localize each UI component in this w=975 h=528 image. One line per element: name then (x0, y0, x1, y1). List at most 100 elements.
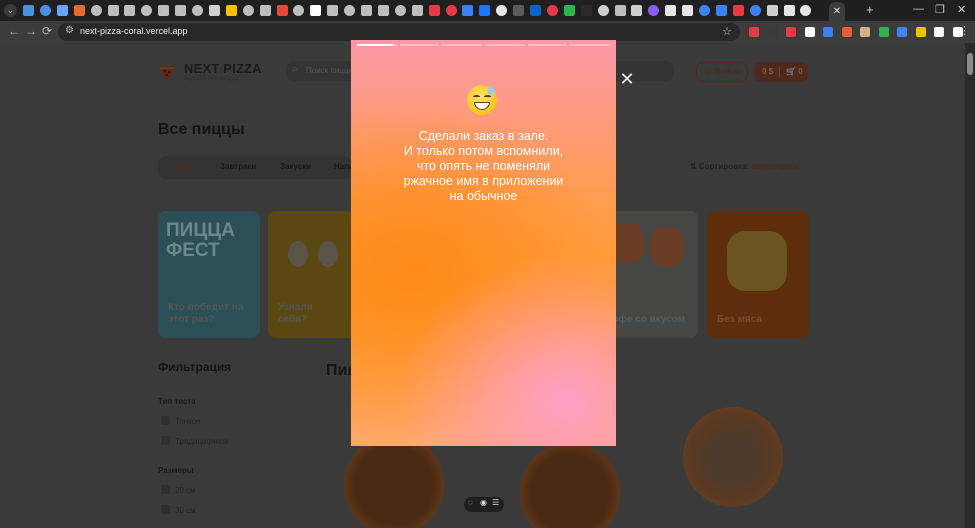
tab-favicon-icon[interactable] (445, 5, 457, 16)
tab-favicon-icon[interactable] (394, 5, 406, 16)
pizza-image[interactable] (520, 443, 620, 528)
checkbox[interactable] (161, 436, 170, 445)
tab-favicon-icon[interactable] (614, 5, 626, 16)
tab-favicon-icon[interactable] (665, 5, 677, 16)
tab-favicon-icon[interactable] (361, 5, 372, 16)
tab-favicon-icon[interactable] (192, 5, 203, 16)
tab-favicon-icon[interactable] (310, 5, 322, 16)
tab-favicon-icon[interactable] (141, 5, 153, 16)
extension-icon[interactable] (767, 27, 778, 37)
tab-favicon-icon[interactable] (411, 5, 423, 16)
tab-favicon-icon[interactable] (766, 5, 778, 16)
restore-button[interactable]: ❐ (935, 3, 945, 16)
sort-control[interactable]: ⇅ Сортировка: популярное (690, 162, 799, 171)
tab-favicon-icon[interactable] (90, 5, 102, 16)
tab-favicon-icon[interactable] (208, 5, 220, 16)
tab-favicon-icon[interactable] (377, 5, 389, 16)
forward-button[interactable]: → (25, 24, 37, 38)
extension-icon[interactable] (915, 27, 926, 37)
tab-favicon-icon[interactable] (175, 5, 187, 16)
logo-title[interactable]: NEXT PIZZA (184, 61, 262, 76)
comment-icon[interactable]: ◌ (468, 498, 473, 507)
tab-favicon-icon[interactable] (259, 5, 271, 16)
filter-size-option[interactable]: 20 см (161, 485, 196, 495)
extension-icon[interactable] (804, 27, 815, 37)
tab-favicon-icon[interactable] (23, 5, 34, 16)
tab-favicon-icon[interactable] (56, 5, 68, 16)
menu-icon[interactable]: ⋮ (959, 24, 970, 37)
extension-icon[interactable] (897, 27, 907, 37)
story-card[interactable]: Без мяса (707, 211, 809, 338)
tab-favicon-icon[interactable] (563, 5, 575, 16)
tab-favicon-icon[interactable] (631, 5, 643, 16)
scrollbar-thumb[interactable] (967, 53, 973, 75)
new-tab-button[interactable]: + (866, 2, 874, 17)
menu-list-icon[interactable]: ☰ (492, 498, 499, 507)
site-info-icon[interactable]: ⚙ (65, 25, 74, 36)
extension-icon[interactable] (823, 27, 833, 37)
extension-icon[interactable] (860, 27, 870, 37)
address-bar[interactable]: ⚙ next-pizza-coral.vercel.app ☆ (58, 23, 740, 41)
pizza-image[interactable] (683, 407, 783, 507)
bookmark-star-icon[interactable]: ☆ (722, 25, 732, 38)
tab-favicon-icon[interactable] (597, 5, 609, 16)
story-card[interactable]: ПИЦЦА ФЕСТ Кто победит на этот раз? (158, 211, 260, 338)
tab-favicon-icon[interactable] (327, 5, 339, 16)
extension-icon[interactable] (878, 27, 889, 37)
tab-favicon-icon[interactable] (276, 5, 288, 16)
tab-search-icon[interactable]: ⌄ (4, 4, 17, 17)
checkbox[interactable] (161, 485, 170, 494)
story-modal[interactable]: Сделали заказ в зале. И только потом всп… (351, 40, 616, 446)
tab-favicon-icon[interactable] (699, 5, 710, 16)
checkbox[interactable] (161, 416, 170, 425)
view-icon[interactable]: ◉ (480, 498, 487, 507)
category-tab-breakfast[interactable]: Завтраки (220, 162, 256, 171)
url-text[interactable]: next-pizza-coral.vercel.app (80, 26, 188, 36)
tab-favicon-icon[interactable] (479, 5, 491, 16)
extension-icon[interactable] (841, 27, 852, 37)
tab-favicon-icon[interactable] (715, 5, 727, 16)
tab-favicon-icon[interactable] (39, 5, 51, 16)
tab-favicon-icon[interactable] (749, 5, 761, 16)
extension-icon[interactable] (786, 27, 796, 37)
close-tab-icon[interactable]: ✕ (833, 6, 841, 17)
category-tab-snacks[interactable]: Закуски (280, 162, 311, 171)
tab-favicon-icon[interactable] (682, 5, 694, 16)
tab-favicon-icon[interactable] (546, 5, 558, 16)
tab-favicon-icon[interactable] (513, 5, 525, 16)
extension-icon[interactable] (934, 27, 944, 37)
tab-favicon-icon[interactable] (242, 5, 254, 16)
filter-dough-option[interactable]: Традиционное (161, 436, 229, 446)
pizza-image[interactable] (344, 435, 444, 528)
minimize-button[interactable]: — (913, 3, 924, 15)
page-scrollbar[interactable] (965, 43, 975, 528)
close-icon[interactable]: ✕ (619, 70, 635, 88)
reload-button[interactable]: ⟳ (42, 24, 52, 38)
tab-favicon-icon[interactable] (428, 5, 440, 16)
tab-favicon-icon[interactable] (73, 5, 85, 16)
active-tab[interactable]: ✕ (829, 2, 845, 21)
cart-button[interactable]: 0 $ 🛒 0 (754, 62, 808, 82)
tab-favicon-icon[interactable] (462, 5, 474, 16)
tab-favicon-icon[interactable] (124, 5, 136, 16)
back-button[interactable]: ← (8, 24, 20, 38)
tab-favicon-icon[interactable] (496, 5, 508, 16)
tab-favicon-icon[interactable] (580, 5, 592, 16)
tab-favicon-icon[interactable] (158, 5, 170, 16)
login-button[interactable]: ☺ Войти (696, 62, 748, 82)
tab-favicon-icon[interactable] (225, 5, 237, 16)
checkbox[interactable] (161, 505, 170, 514)
tab-favicon-icon[interactable] (783, 5, 795, 16)
category-tab-pizza[interactable]: Пиццы (170, 162, 197, 171)
close-window-button[interactable]: ✕ (957, 3, 966, 16)
tab-favicon-icon[interactable] (107, 5, 119, 16)
tab-favicon-icon[interactable] (293, 5, 305, 16)
tab-favicon-icon[interactable] (732, 5, 744, 16)
tab-favicon-icon[interactable] (800, 5, 812, 16)
tab-favicon-icon[interactable] (530, 5, 541, 16)
filter-dough-option[interactable]: Тонкое (161, 416, 201, 426)
tab-favicon-icon[interactable] (648, 5, 660, 16)
filter-size-option[interactable]: 30 см (161, 505, 196, 515)
tab-favicon-icon[interactable] (344, 5, 356, 16)
extension-icon[interactable] (749, 27, 759, 37)
